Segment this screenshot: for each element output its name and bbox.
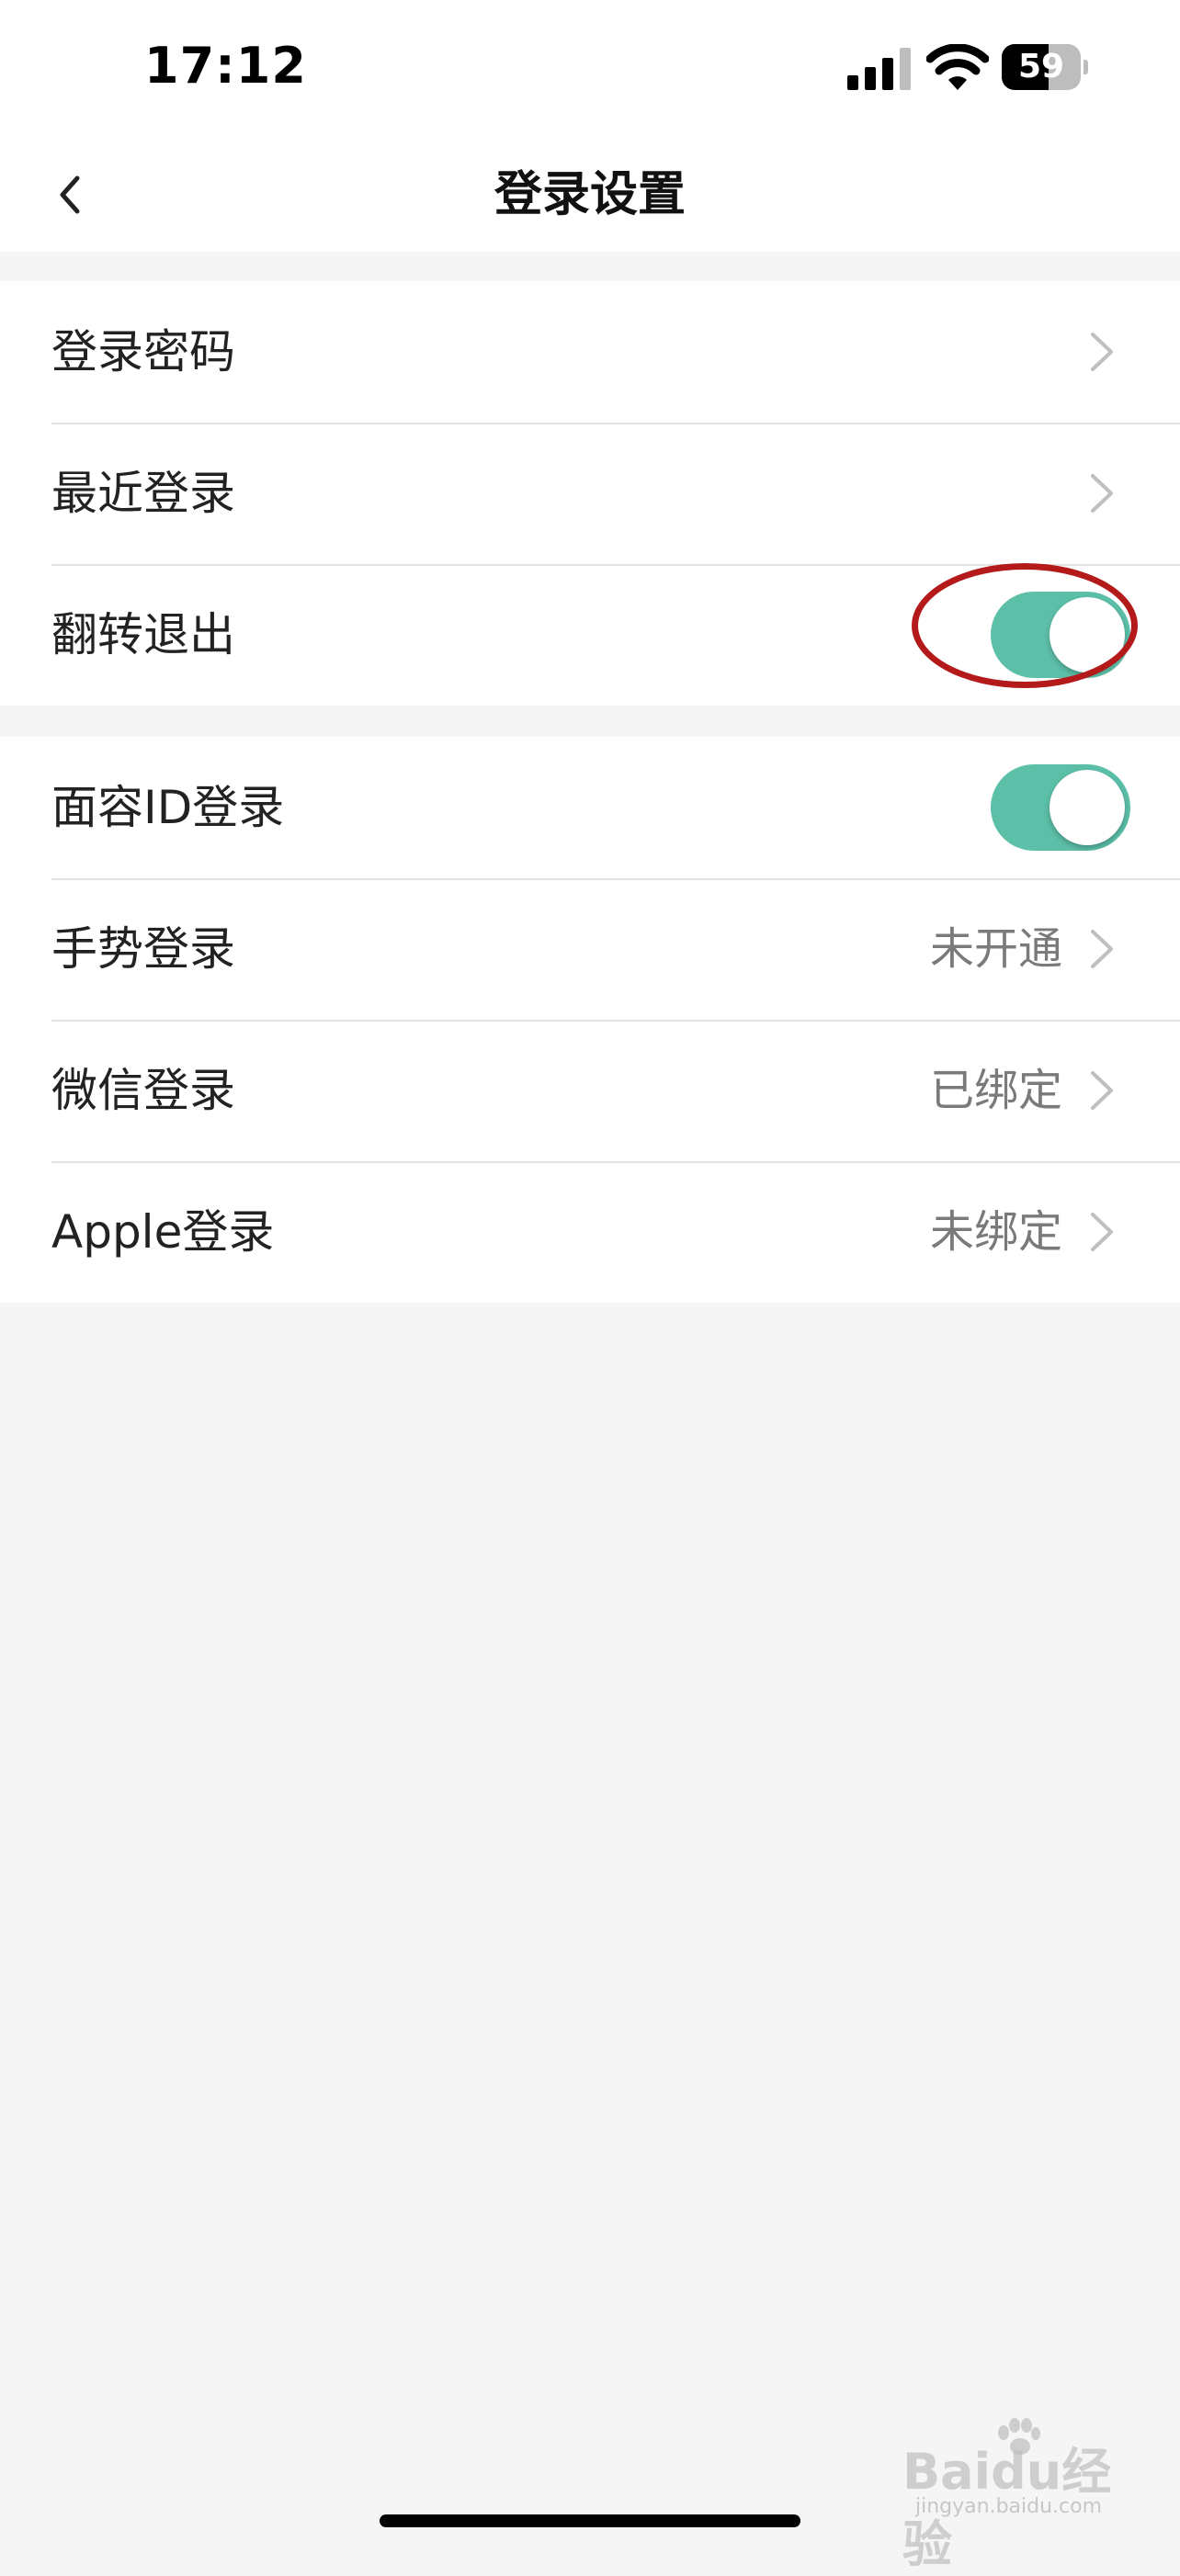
back-button[interactable] xyxy=(37,158,110,232)
chevron-right-icon xyxy=(1091,474,1113,513)
settings-group-methods: 面容ID登录 手势登录 未开通 微信登录 已绑定 Apple登录 未绑定 xyxy=(0,737,1180,1303)
row-flip-logout: 翻转退出 xyxy=(0,564,1180,706)
chevron-right-icon xyxy=(1091,1213,1113,1251)
home-indicator[interactable] xyxy=(380,2514,800,2527)
row-wechat-login[interactable]: 微信登录 已绑定 xyxy=(0,1020,1180,1161)
battery-body: 59 xyxy=(1002,44,1081,90)
row-status-value: 已绑定 xyxy=(929,1065,1062,1116)
row-label: 最近登录 xyxy=(51,467,235,520)
wifi-icon xyxy=(926,44,989,90)
flip-logout-toggle[interactable] xyxy=(991,592,1130,678)
navigation-bar: 登录设置 xyxy=(0,138,1180,252)
baidu-jingyan-watermark: Baidu经验 jingyan.baidu.com xyxy=(902,2418,1132,2573)
row-label: 登录密码 xyxy=(51,325,235,378)
status-bar: 17:12 59 xyxy=(0,0,1180,138)
row-gesture-login[interactable]: 手势登录 未开通 xyxy=(0,878,1180,1020)
row-recent-login[interactable]: 最近登录 xyxy=(0,423,1180,564)
toggle-knob xyxy=(1050,770,1125,845)
face-id-toggle[interactable] xyxy=(991,764,1130,851)
row-label: 翻转退出 xyxy=(51,608,235,661)
chevron-right-icon xyxy=(1091,930,1113,968)
chevron-right-icon xyxy=(1091,1071,1113,1110)
row-login-password[interactable]: 登录密码 xyxy=(0,281,1180,423)
status-time: 17:12 xyxy=(144,37,307,95)
chevron-right-icon xyxy=(1091,333,1113,371)
battery-icon: 59 xyxy=(1002,44,1088,92)
battery-percentage: 59 xyxy=(1017,48,1065,85)
watermark-url: jingyan.baidu.com xyxy=(915,2495,1103,2518)
row-label: 微信登录 xyxy=(51,1064,235,1117)
row-label: Apple登录 xyxy=(51,1205,275,1259)
row-face-id-login: 面容ID登录 xyxy=(0,737,1180,878)
cellular-signal-icon xyxy=(847,48,911,90)
row-label: 面容ID登录 xyxy=(51,781,285,834)
row-apple-login[interactable]: Apple登录 未绑定 xyxy=(0,1161,1180,1303)
row-label: 手势登录 xyxy=(51,922,235,976)
row-status-value: 未绑定 xyxy=(929,1206,1062,1258)
row-status-value: 未开通 xyxy=(929,923,1062,975)
settings-group-login: 登录密码 最近登录 翻转退出 xyxy=(0,281,1180,706)
page-title: 登录设置 xyxy=(494,167,686,222)
battery-cap xyxy=(1084,60,1088,74)
chevron-left-icon xyxy=(60,175,80,214)
toggle-knob xyxy=(1050,597,1125,672)
